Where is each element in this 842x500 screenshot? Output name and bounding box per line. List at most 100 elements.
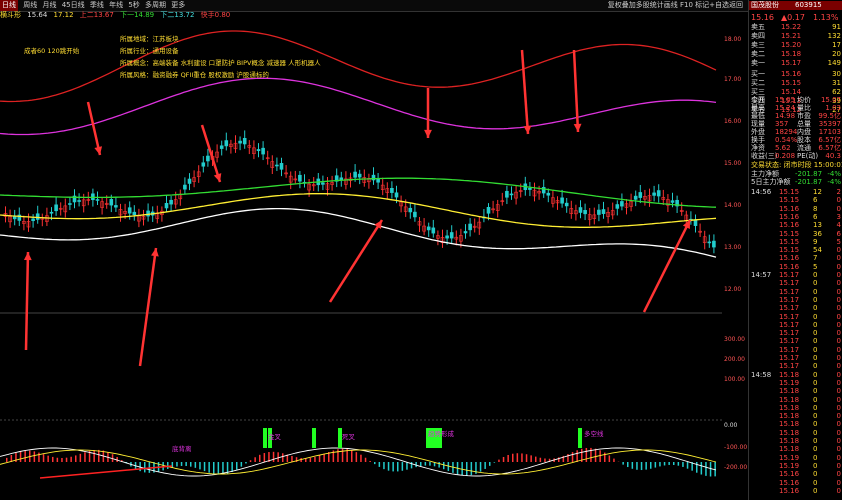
macd-bar [245, 462, 247, 464]
book-label: 卖四 [751, 32, 765, 40]
macd-bar [594, 448, 597, 462]
macd-bar [56, 457, 59, 462]
ask-row[interactable]: 卖一 15.17 149 [751, 59, 841, 68]
macd-bar [429, 462, 431, 466]
macd-axis-label: -200.00 [724, 464, 748, 471]
macd-bar [631, 462, 634, 469]
candle-body [77, 200, 81, 202]
macd-axis-label: 100.00 [724, 376, 745, 383]
macd-bar [539, 457, 542, 462]
macd-bar [654, 462, 657, 468]
macd-bar [530, 455, 532, 462]
tick-volume: 0 [813, 486, 818, 495]
candle-body [505, 190, 509, 198]
book-price: 15.18 [781, 50, 802, 58]
macd-bar [378, 462, 381, 467]
price-axis-label: 17.00 [724, 76, 742, 83]
tab-weekly[interactable]: 周线 [23, 0, 37, 11]
tab-year[interactable]: 年线 [109, 0, 123, 11]
macd-bar [199, 462, 201, 470]
candle-body [601, 209, 606, 214]
stock-code: 603915 [795, 1, 822, 9]
book-volume: 91 [832, 23, 841, 31]
tab-monthly[interactable]: 月线 [42, 0, 56, 11]
macd-bar [190, 462, 192, 467]
tab-daily[interactable]: 日线 [0, 0, 18, 11]
candle-body [169, 199, 173, 205]
macd-bar [613, 458, 615, 462]
macd-bar [213, 462, 215, 474]
stat-value: 40.3 [825, 152, 841, 160]
candle-body [620, 201, 624, 207]
macd-bar [314, 456, 316, 462]
ask-row[interactable]: 卖五 15.22 91 [751, 23, 841, 32]
candle-body [652, 192, 656, 196]
candle-body [49, 211, 54, 214]
macd-bar [507, 454, 509, 462]
tab-quarter[interactable]: 季线 [90, 0, 104, 11]
book-volume: 31 [832, 79, 841, 87]
signal-mark [263, 428, 267, 448]
flow-value: -201.87 [795, 178, 823, 186]
book-label: 卖三 [751, 41, 765, 49]
tab-more[interactable]: 更多 [171, 0, 185, 11]
macd-bar [355, 452, 358, 462]
candle-body [578, 207, 583, 213]
bid-row[interactable]: 买一 15.16 30 [751, 70, 841, 79]
macd-bar [208, 462, 210, 473]
price-axis-label: 16.00 [724, 118, 742, 125]
macd-bar [659, 462, 661, 467]
macd-bar [249, 460, 252, 462]
tab-5sec[interactable]: 5秒 [128, 0, 139, 11]
candle-body [560, 197, 564, 204]
macd-bar [673, 462, 675, 466]
macd-bar [291, 455, 293, 462]
signal-arrow [138, 247, 159, 367]
candle-body [206, 155, 210, 162]
candle-body [413, 211, 417, 218]
macd-bar [61, 458, 63, 462]
macd-label: 趋势形成 [428, 430, 454, 438]
tick-price: 15.16 [779, 486, 800, 495]
candle-body [656, 190, 661, 197]
macd-bar [369, 460, 371, 462]
macd-label: 多空线 [584, 430, 604, 438]
macd-bar [650, 462, 652, 469]
macd-bar [272, 451, 275, 462]
upper-band-red-line [0, 30, 717, 103]
stat-key: PE(动) [797, 152, 819, 160]
book-label: 买一 [751, 70, 765, 78]
kline-chart[interactable] [0, 20, 722, 500]
macd-bar [337, 449, 339, 462]
signal-arrow [424, 88, 432, 138]
signal-mark [578, 428, 582, 448]
tab-multi[interactable]: 多周期 [145, 0, 166, 11]
candle-body [164, 202, 169, 209]
macd-bar [309, 457, 312, 462]
stat-key: 收益(三) [751, 152, 778, 160]
macd-bar [231, 462, 233, 472]
macd-bar [438, 462, 440, 468]
candle-body [394, 192, 399, 198]
candle-body [183, 184, 187, 190]
toolbar-right-actions[interactable]: 复权叠加多股统计画线 F10 标记+自选返回 [608, 0, 743, 11]
ask-row[interactable]: 卖二 15.18 20 [751, 50, 841, 59]
book-label: 卖五 [751, 23, 765, 31]
macd-bar [470, 462, 473, 476]
price-axis-label: 15.00 [724, 160, 742, 167]
macd-indicator [0, 428, 717, 479]
ask-row[interactable]: 卖三 15.20 17 [751, 41, 841, 50]
candle-body [261, 147, 265, 155]
price-axis-label: 18.00 [724, 36, 742, 43]
macd-bar [424, 462, 427, 466]
bid-row[interactable]: 买二 15.15 31 [751, 79, 841, 88]
macd-bar [466, 462, 468, 476]
macd-bar [236, 462, 238, 470]
macd-bar [318, 455, 321, 462]
candle-body [707, 241, 712, 244]
book-volume: 20 [832, 50, 841, 58]
candle-body [114, 205, 118, 208]
ask-row[interactable]: 卖四 15.21 132 [751, 32, 841, 41]
macd-bar [98, 449, 100, 462]
tab-45day[interactable]: 45日线 [62, 0, 85, 11]
